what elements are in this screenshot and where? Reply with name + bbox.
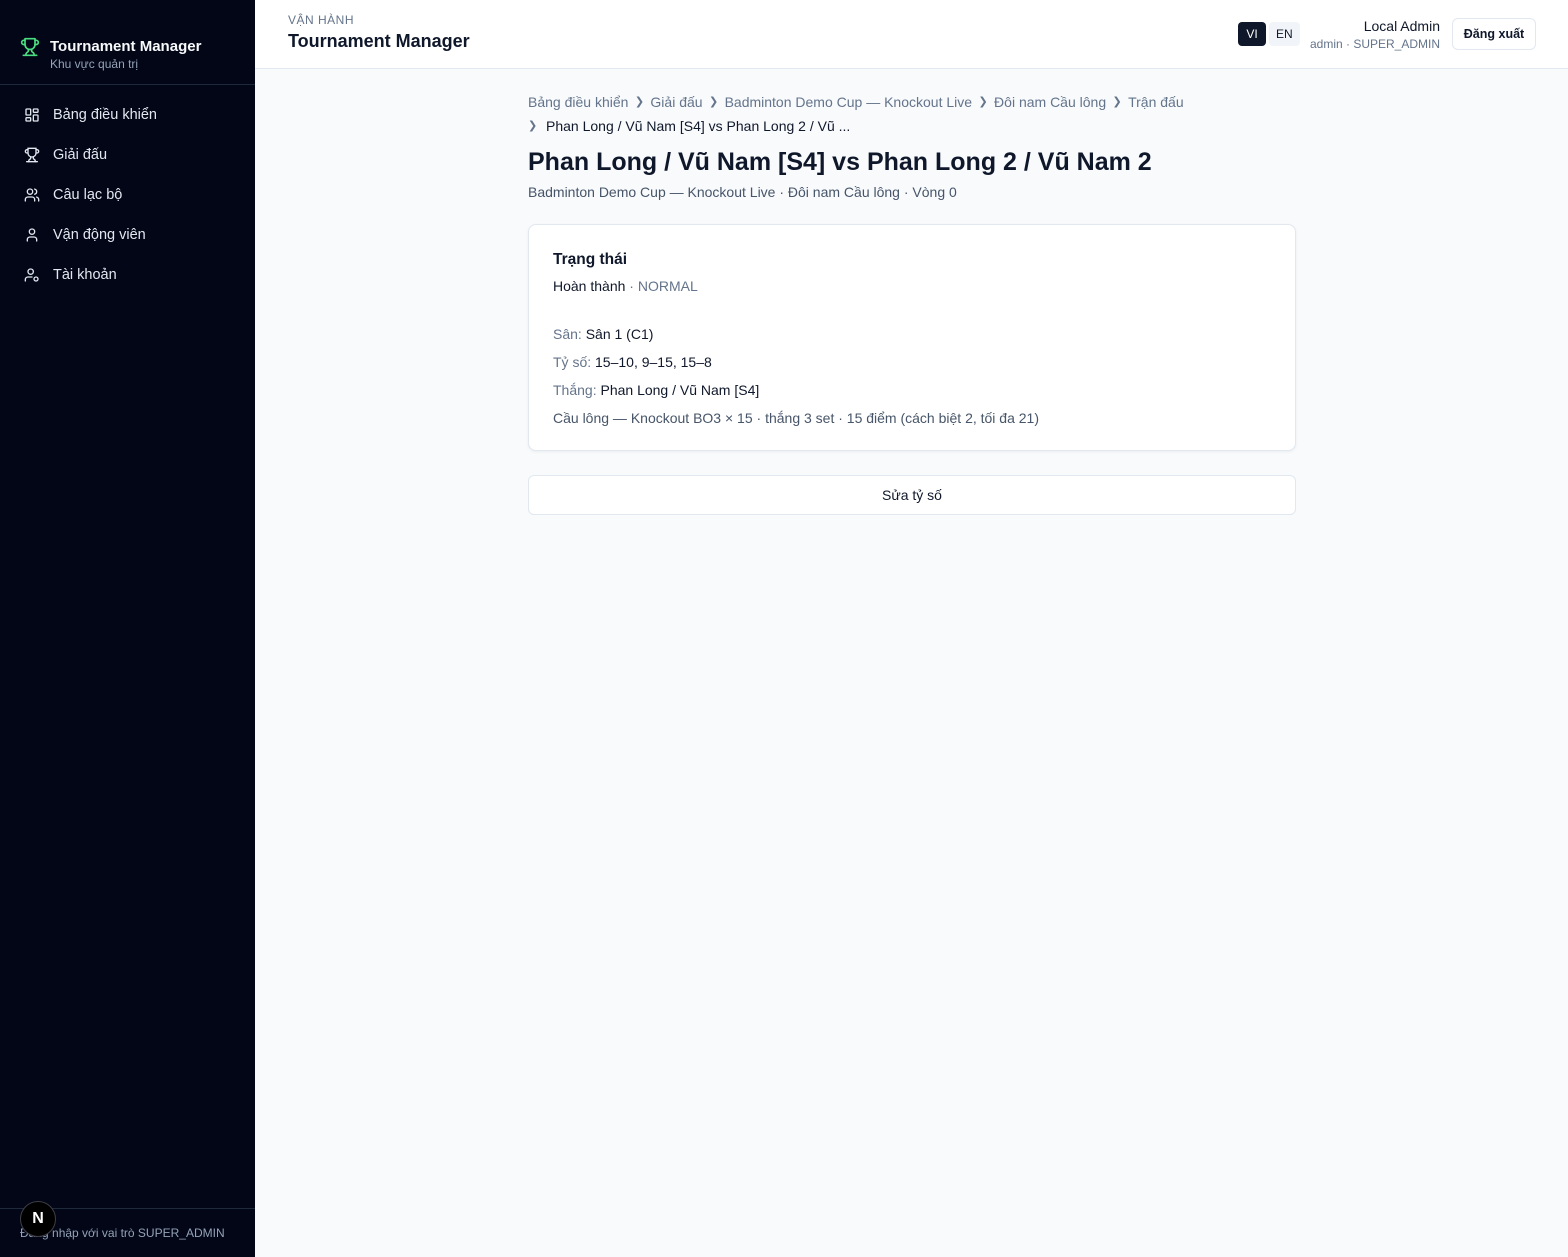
status-line: Hoàn thành · NORMAL [553, 278, 1271, 294]
sidebar-nav: Bảng điều khiển Giải đấu Câu lạc bộ Vận … [0, 85, 255, 295]
breadcrumb-tournaments[interactable]: Giải đấu [650, 90, 702, 114]
breadcrumb-tournament[interactable]: Badminton Demo Cup — Knockout Live [725, 90, 972, 114]
sidebar-item-dashboard[interactable]: Bảng điều khiển [0, 95, 255, 135]
score-label: Tỷ số: [553, 354, 592, 370]
page-subtitle: Badminton Demo Cup — Knockout Live · Đôi… [528, 184, 957, 200]
edit-score-button[interactable]: Sửa tỷ số [528, 475, 1296, 515]
score-row: Tỷ số: 15–10, 9–15, 15–8 [553, 348, 1271, 376]
trophy-icon [24, 147, 40, 163]
chevron-right-icon: ❯ [634, 96, 645, 108]
chevron-right-icon: ❯ [1112, 96, 1122, 108]
chevron-right-icon: ❯ [708, 96, 719, 108]
sidebar-item-tournaments[interactable]: Giải đấu [0, 135, 255, 175]
breadcrumb-dashboard[interactable]: Bảng điều khiển [528, 90, 628, 114]
format-row: Cầu lông — Knockout BO3 × 15 · thắng 3 s… [553, 410, 1040, 426]
lang-vi-button[interactable]: VI [1238, 22, 1266, 46]
sidebar-item-label: Vận động viên [53, 227, 146, 243]
sidebar-item-label: Bảng điều khiển [53, 107, 157, 123]
status-separator: · [625, 278, 638, 294]
chevron-right-icon: ❯ [528, 120, 538, 132]
brand[interactable]: Tournament Manager Khu vực quản trị [0, 0, 255, 85]
match-status-card: Trạng thái Hoàn thành · NORMAL Sân: Sân … [528, 224, 1296, 451]
trophy-icon [20, 37, 40, 57]
page-title: Phan Long / Vũ Nam [S4] vs Phan Long 2 /… [528, 148, 1152, 176]
lang-en-button[interactable]: EN [1269, 22, 1300, 46]
breadcrumb: Bảng điều khiển ❯ Giải đấu ❯ Badminton D… [528, 90, 1296, 138]
user-cog-icon [24, 268, 39, 282]
sidebar-item-clubs[interactable]: Câu lạc bộ [0, 175, 255, 215]
user-icon [26, 228, 38, 242]
header-eyebrow: VẬN HÀNH [288, 13, 355, 27]
brand-subtitle: Khu vực quản trị [50, 56, 139, 71]
users-icon [24, 188, 40, 202]
breadcrumb-event[interactable]: Đôi nam Cầu lông [994, 90, 1106, 114]
header-title: Tournament Manager [288, 31, 470, 51]
sidebar-item-accounts[interactable]: Tài khoản [0, 255, 255, 295]
court-label: Sân: [553, 326, 582, 342]
court-row: Sân: Sân 1 (C1) [553, 320, 1271, 348]
breadcrumb-matches[interactable]: Trận đấu [1128, 90, 1184, 114]
dev-badge[interactable]: N [20, 1201, 56, 1237]
dashboard-icon [25, 108, 39, 122]
match-details: Sân: Sân 1 (C1) Tỷ số: 15–10, 9–15, 15–8… [553, 320, 1271, 432]
score-value: 15–10, 9–15, 15–8 [595, 354, 712, 370]
court-value: Sân 1 (C1) [585, 326, 654, 342]
user-name: Local Admin [1363, 18, 1440, 34]
brand-title: Tournament Manager [50, 37, 202, 55]
status-value: Hoàn thành [553, 278, 626, 294]
card-title: Trạng thái [553, 251, 628, 268]
winner-value: Phan Long / Vũ Nam [S4] [600, 382, 760, 398]
logout-button[interactable]: Đăng xuất [1452, 18, 1536, 50]
sidebar-item-label: Giải đấu [53, 147, 108, 163]
winner-row: Thắng: Phan Long / Vũ Nam [S4] [553, 376, 1271, 404]
sidebar-item-label: Tài khoản [53, 267, 117, 283]
sidebar-item-athletes[interactable]: Vận động viên [0, 215, 255, 255]
user-role: admin · SUPER_ADMIN [1309, 37, 1440, 51]
topbar: VẬN HÀNH Tournament Manager VI EN Local … [255, 0, 1568, 69]
status-mode: NORMAL [637, 278, 698, 294]
main-content: Bảng điều khiển ❯ Giải đấu ❯ Badminton D… [528, 90, 1296, 515]
sidebar-item-label: Câu lạc bộ [53, 187, 123, 203]
winner-label: Thắng: [553, 382, 597, 398]
breadcrumb-current: Phan Long / Vũ Nam [S4] vs Phan Long 2 /… [546, 118, 851, 134]
chevron-right-icon: ❯ [978, 96, 988, 108]
sidebar: Tournament Manager Khu vực quản trị Bảng… [0, 0, 255, 1257]
